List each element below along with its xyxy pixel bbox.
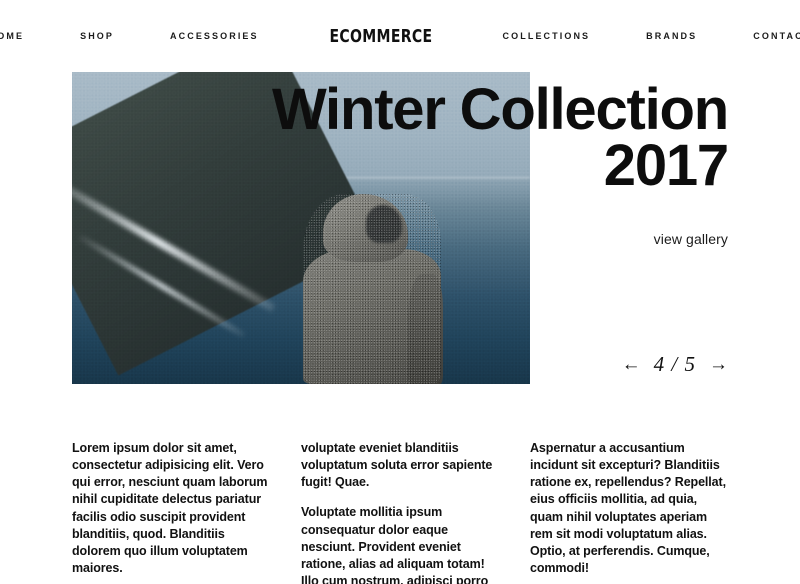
text-column-2: voluptate eveniet blanditiis voluptatum … <box>301 440 499 584</box>
nav-group-right: COLLECTIONS BRANDS CONTACT <box>447 31 800 41</box>
paragraph: Voluptate mollitia ipsum consequatur dol… <box>301 505 489 584</box>
hero-image <box>72 72 530 384</box>
slide-counter: 4 / 5 <box>653 352 696 376</box>
text-column-1: Lorem ipsum dolor sit amet, consectetur … <box>72 440 270 584</box>
nav-item-contact[interactable]: CONTACT <box>753 31 800 41</box>
hero-image-grain <box>72 72 530 384</box>
nav-item-brands[interactable]: BRANDS <box>646 31 697 41</box>
nav-item-home[interactable]: HOME <box>0 31 24 41</box>
arrow-right-icon[interactable]: → <box>709 355 728 374</box>
slider-controls: ← 4 / 5 → <box>622 352 728 377</box>
paragraph: Aspernatur a accusantium incidunt sit ex… <box>530 441 726 575</box>
paragraph: voluptate eveniet blanditiis voluptatum … <box>301 441 493 490</box>
text-column-3: Aspernatur a accusantium incidunt sit ex… <box>530 440 728 584</box>
page-root: HOME SHOP ACCESSORIES ECOMMERCE COLLECTI… <box>0 0 800 584</box>
brand-logo[interactable]: ECOMMERCE <box>329 26 432 47</box>
nav-group-left: HOME SHOP ACCESSORIES <box>0 31 315 41</box>
paragraph: Lorem ipsum dolor sit amet, consectetur … <box>72 441 268 575</box>
text-columns: Lorem ipsum dolor sit amet, consectetur … <box>72 440 728 584</box>
view-gallery-link[interactable]: view gallery <box>0 231 728 247</box>
nav-item-shop[interactable]: SHOP <box>80 31 114 41</box>
main-navigation: HOME SHOP ACCESSORIES ECOMMERCE COLLECTI… <box>0 0 800 72</box>
arrow-left-icon[interactable]: ← <box>622 355 641 374</box>
nav-item-collections[interactable]: COLLECTIONS <box>503 31 591 41</box>
nav-item-accessories[interactable]: ACCESSORIES <box>170 31 259 41</box>
